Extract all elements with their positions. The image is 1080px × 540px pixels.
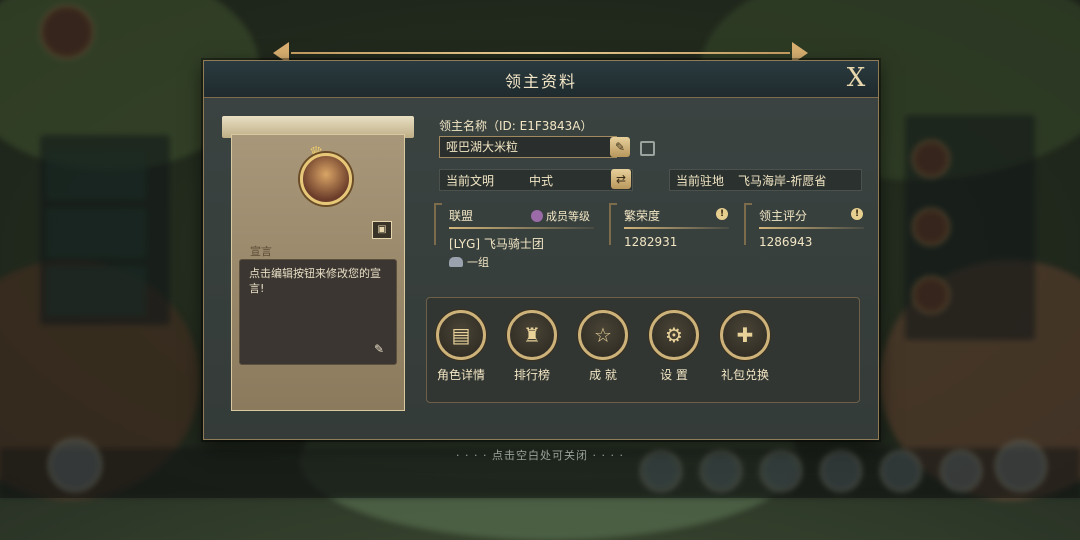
rank-icon bbox=[531, 210, 543, 222]
close-button[interactable]: X bbox=[842, 63, 870, 93]
action-label: 设 置 bbox=[660, 368, 688, 382]
rating-frame bbox=[744, 203, 752, 245]
location-label: 当前驻地 bbox=[676, 174, 725, 188]
action-label: 排行榜 bbox=[513, 368, 550, 382]
prosperity-frame bbox=[609, 203, 617, 245]
gift-redeem-button[interactable]: ✚ 礼包兑换 bbox=[713, 310, 777, 383]
dialog-header: 领主资料 X bbox=[204, 61, 878, 98]
cards-icon: ▤ bbox=[436, 310, 486, 360]
copy-id-icon[interactable] bbox=[640, 141, 655, 156]
edit-manifesto-icon[interactable]: ✎ bbox=[374, 342, 388, 356]
member-rank: 成员等级 bbox=[531, 208, 590, 224]
actions-panel: ▤ 角色详情 ♜ 排行榜 ☆ 成 就 ⚙ 设 置 ✚ 礼包兑换 bbox=[426, 297, 860, 403]
people-icon bbox=[449, 257, 463, 267]
rating-value: 1286943 bbox=[759, 235, 813, 249]
edit-name-icon[interactable]: ✎ bbox=[610, 137, 630, 157]
alliance-name: [LYG] 飞马骑士团 bbox=[449, 237, 544, 251]
civilization-field: 当前文明 中式 bbox=[439, 169, 633, 191]
alliance-block[interactable]: 联盟 成员等级 [LYG] 飞马骑士团 一组 bbox=[449, 207, 599, 273]
prosperity-value: 1282931 bbox=[624, 235, 678, 249]
gear-icon: ⚙ bbox=[649, 310, 699, 360]
dialog-title: 领主资料 bbox=[504, 72, 577, 91]
location-field: 当前驻地 飞马海岸-祈愿省 bbox=[669, 169, 862, 191]
lord-profile-dialog: 领主资料 X ♛ ▣ 宣言 点击编辑按钮来修改您的宣言! ✎ 领主名称（ID: … bbox=[203, 60, 879, 440]
switch-civilization-icon[interactable]: ⇄ bbox=[611, 169, 631, 189]
trophy-icon: ♜ bbox=[507, 310, 557, 360]
rating-info-icon[interactable]: ! bbox=[851, 208, 863, 220]
rating-label: 领主评分 bbox=[759, 209, 808, 223]
action-label: 礼包兑换 bbox=[720, 368, 769, 382]
civilization-value: 中式 bbox=[529, 174, 554, 188]
manifesto-box: 点击编辑按钮来修改您的宣言! ✎ bbox=[239, 259, 397, 365]
tap-to-close-hint: · · · · 点击空白处可关闭 · · · · bbox=[456, 449, 624, 462]
leaderboard-button[interactable]: ♜ 排行榜 bbox=[500, 310, 564, 383]
manifesto-label: 宣言 bbox=[250, 245, 272, 258]
civilization-label: 当前文明 bbox=[446, 174, 495, 188]
manifesto-text: 点击编辑按钮来修改您的宣言! bbox=[249, 267, 381, 295]
settings-button[interactable]: ⚙ 设 置 bbox=[642, 310, 706, 383]
lord-avatar[interactable] bbox=[300, 153, 352, 205]
banner-body: ♛ ▣ 宣言 点击编辑按钮来修改您的宣言! ✎ bbox=[231, 134, 405, 411]
alliance-label: 联盟 bbox=[449, 209, 474, 223]
prosperity-block: 繁荣度 ! 1282931 bbox=[624, 207, 732, 273]
star-medal-icon: ☆ bbox=[578, 310, 628, 360]
alliance-frame bbox=[434, 203, 442, 245]
gift-icon: ✚ bbox=[720, 310, 770, 360]
lord-name-field[interactable]: 哑巴湖大米粒 bbox=[439, 136, 617, 158]
achievements-button[interactable]: ☆ 成 就 bbox=[571, 310, 635, 383]
lord-name-label: 领主名称（ID: E1F3843A） bbox=[439, 119, 593, 133]
change-avatar-icon[interactable]: ▣ bbox=[372, 221, 392, 239]
action-label: 成 就 bbox=[589, 368, 617, 382]
prosperity-label: 繁荣度 bbox=[624, 209, 661, 223]
manifesto-banner: ♛ ▣ 宣言 点击编辑按钮来修改您的宣言! ✎ bbox=[222, 116, 414, 411]
alliance-group: 一组 bbox=[449, 254, 489, 270]
prosperity-info-icon[interactable]: ! bbox=[716, 208, 728, 220]
action-label: 角色详情 bbox=[436, 368, 485, 382]
rating-block: 领主评分 ! 1286943 bbox=[759, 207, 867, 273]
character-details-button[interactable]: ▤ 角色详情 bbox=[429, 310, 493, 383]
alliance-group-label: 一组 bbox=[467, 256, 489, 269]
location-value: 飞马海岸-祈愿省 bbox=[738, 174, 827, 188]
member-rank-label: 成员等级 bbox=[546, 210, 590, 223]
